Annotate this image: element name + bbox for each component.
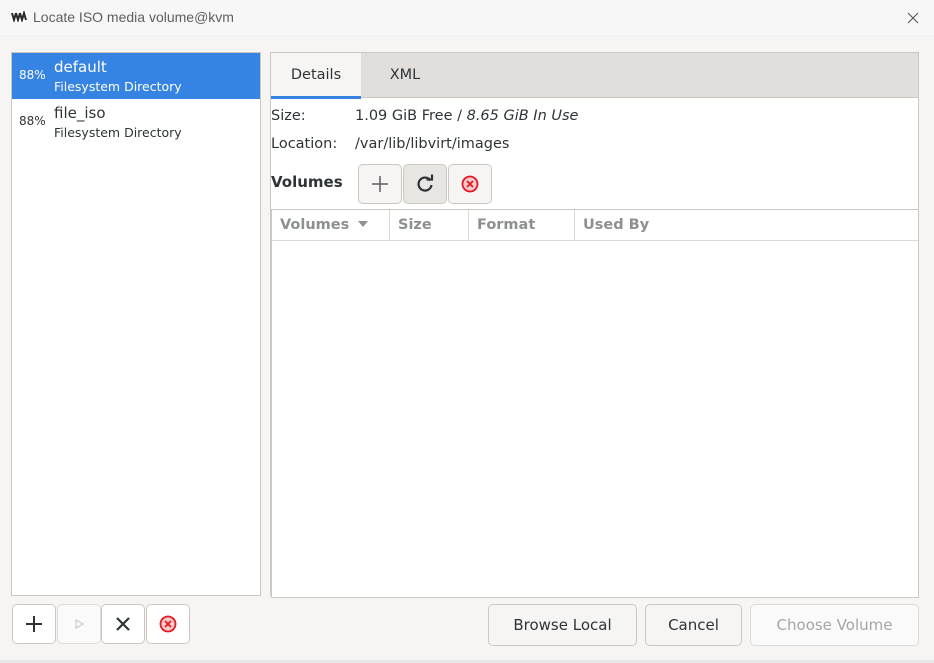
delete-icon <box>159 615 177 633</box>
storage-pool-list[interactable]: 88% default Filesystem Directory 88% fil… <box>11 52 261 596</box>
pool-item-file-iso[interactable]: 88% file_iso Filesystem Directory <box>12 99 260 145</box>
virt-manager-icon <box>11 11 27 22</box>
delete-icon <box>461 175 479 193</box>
delete-pool-button[interactable] <box>146 604 190 644</box>
column-header-size[interactable]: Size <box>390 210 469 241</box>
volumes-label: Volumes <box>271 173 343 191</box>
tab-bar: Details XML <box>271 53 918 99</box>
play-icon <box>75 619 85 629</box>
volume-table-header: Volumes Size Format Used By <box>272 210 918 241</box>
size-in-use: 8.65 GiB In Use <box>466 108 579 124</box>
cancel-button[interactable]: Cancel <box>645 604 742 646</box>
tab-xml[interactable]: XML <box>371 53 439 98</box>
sort-descending-icon <box>358 221 369 227</box>
add-icon <box>372 176 388 192</box>
choose-volume-button[interactable]: Choose Volume <box>750 604 919 646</box>
pool-item-default[interactable]: 88% default Filesystem Directory <box>12 53 260 99</box>
size-value: 1.09 GiB Free / 8.65 GiB In Use <box>355 108 578 124</box>
title-bar: Locate ISO media volume@kvm <box>0 0 934 36</box>
browse-local-button[interactable]: Browse Local <box>488 604 637 646</box>
location-label: Location: <box>271 136 338 152</box>
add-pool-button[interactable] <box>12 604 56 644</box>
location-value: /var/lib/libvirt/images <box>355 136 510 152</box>
pool-details-pane: Details XML Size: 1.09 GiB Free / 8.65 G… <box>270 52 919 598</box>
pool-name: file_iso <box>54 104 106 122</box>
column-header-volumes[interactable]: Volumes <box>272 210 390 241</box>
tab-details[interactable]: Details <box>271 53 361 99</box>
dialog-body: 88% default Filesystem Directory 88% fil… <box>0 36 934 663</box>
start-pool-button[interactable] <box>57 604 101 644</box>
pool-usage-percent: 88% <box>19 68 46 82</box>
pool-usage-percent: 88% <box>19 114 46 128</box>
close-icon[interactable] <box>904 9 922 27</box>
pool-type: Filesystem Directory <box>54 125 182 140</box>
details-panel: Size: 1.09 GiB Free / 8.65 GiB In Use Lo… <box>271 99 919 598</box>
refresh-volumes-button[interactable] <box>403 164 447 204</box>
volume-table[interactable]: Volumes Size Format Used By <box>271 209 919 598</box>
stop-pool-button[interactable] <box>101 604 145 644</box>
size-free: 1.09 GiB Free / <box>355 108 467 124</box>
window-title: Locate ISO media volume@kvm <box>33 9 234 25</box>
add-volume-button[interactable] <box>358 164 402 204</box>
pool-type: Filesystem Directory <box>54 79 182 94</box>
column-header-format[interactable]: Format <box>469 210 575 241</box>
size-label: Size: <box>271 108 306 124</box>
pool-name: default <box>54 58 107 76</box>
delete-volume-button[interactable] <box>448 164 492 204</box>
column-header-used-by[interactable]: Used By <box>575 210 918 241</box>
stop-icon <box>116 617 130 631</box>
add-icon <box>26 616 42 632</box>
refresh-icon <box>417 174 434 192</box>
